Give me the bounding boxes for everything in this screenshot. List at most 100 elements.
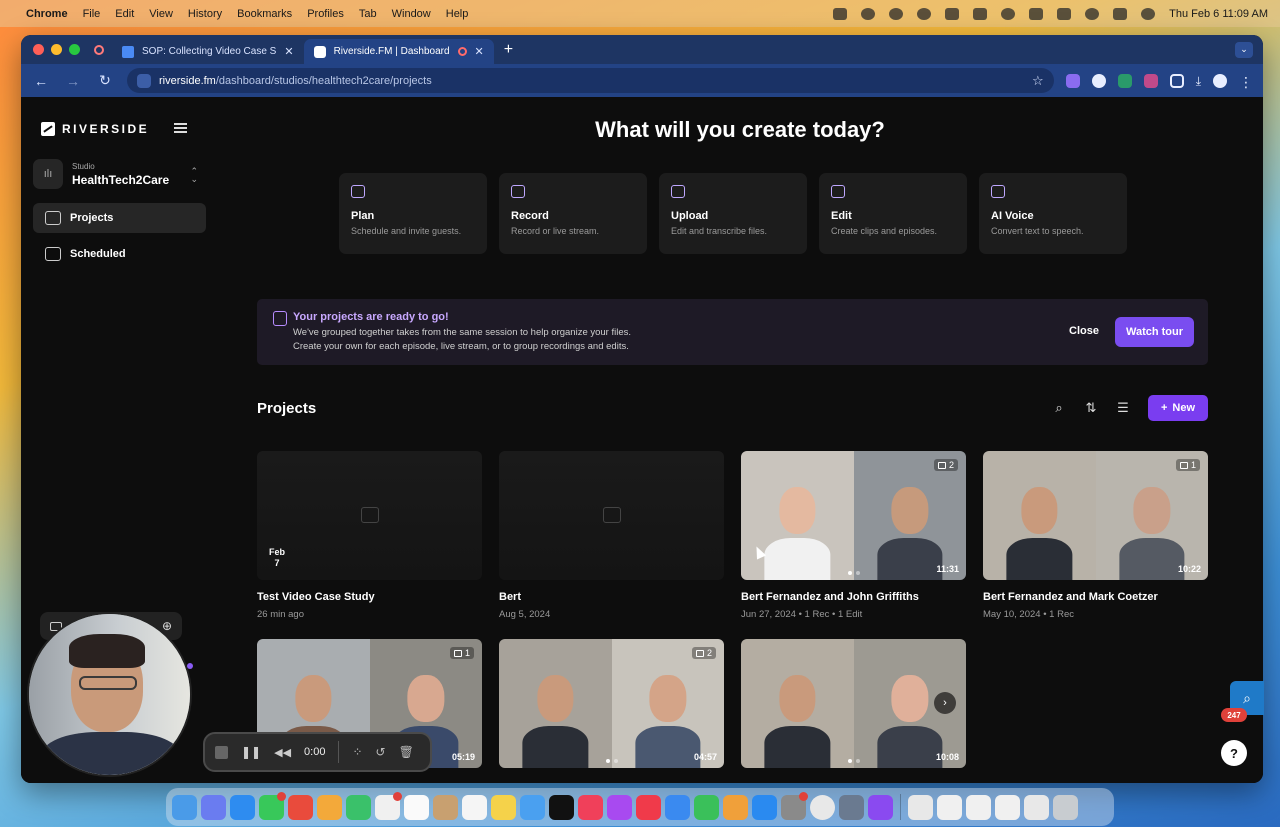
settings-icon[interactable] — [781, 791, 808, 820]
bookmark-star-icon[interactable]: ☆ — [1032, 73, 1044, 89]
studio-switcher[interactable]: ılı Studio HealthTech2Care ⌃ ⌄ — [33, 159, 206, 189]
menu-history[interactable]: History — [188, 8, 222, 20]
safari-icon[interactable] — [230, 794, 255, 820]
rewind-icon[interactable]: ◀◀ — [274, 746, 291, 759]
close-tab-icon[interactable]: ✕ — [475, 45, 484, 58]
microphone-icon[interactable] — [833, 7, 848, 20]
project-title[interactable]: Bert Fernandez and Mark Coetzer — [983, 591, 1209, 603]
project-thumbnail[interactable]: 2 11:31 — [741, 451, 966, 580]
extension-icon[interactable] — [1091, 73, 1106, 88]
project-thumbnail[interactable] — [499, 451, 724, 580]
photos-icon[interactable] — [317, 794, 342, 820]
extension-icon[interactable] — [1065, 73, 1080, 88]
preview-icon[interactable] — [839, 794, 864, 820]
menu-bookmarks[interactable]: Bookmarks — [237, 8, 292, 20]
self-camera-bubble[interactable] — [27, 612, 192, 777]
stop-icon[interactable] — [215, 745, 228, 759]
reminders-icon[interactable] — [462, 794, 487, 820]
trash-icon[interactable]: 🗑 — [399, 745, 414, 759]
maps-icon[interactable] — [288, 794, 313, 820]
list-view-icon[interactable]: ☰ — [1116, 400, 1130, 416]
project-card[interactable]: 2 11:31 Bert Fernandez and John Griffith… — [741, 451, 967, 620]
app-icon[interactable] — [868, 794, 893, 820]
download-icon[interactable]: ⤓ — [1196, 74, 1201, 88]
project-card[interactable]: Bert Aug 5, 2024 — [499, 451, 725, 620]
mail-icon[interactable] — [375, 791, 402, 820]
watch-tour-button[interactable]: Watch tour — [1115, 317, 1194, 347]
address-bar[interactable]: riverside.fm/dashboard/studios/healthtec… — [127, 68, 1054, 93]
project-title[interactable]: Bert — [499, 591, 725, 603]
undo-icon[interactable]: ↺ — [376, 745, 386, 759]
document-icon[interactable] — [908, 794, 933, 820]
action-plan[interactable]: Plan Schedule and invite guests. — [339, 173, 487, 254]
project-card[interactable]: 1 10:22 Bert Fernandez and Mark Coetzer … — [983, 451, 1209, 620]
news-icon[interactable] — [636, 794, 661, 820]
action-upload[interactable]: Upload Edit and transcribe files. — [659, 173, 807, 254]
launchpad-icon[interactable] — [201, 794, 226, 820]
new-project-button[interactable]: + New — [1148, 395, 1208, 421]
project-thumbnail[interactable]: 1 10:22 — [983, 451, 1208, 580]
project-title[interactable]: Bert Fernandez and John Griffiths — [741, 591, 967, 603]
tv-icon[interactable] — [549, 794, 574, 820]
menu-view[interactable]: View — [149, 8, 173, 20]
extension-icon[interactable] — [1117, 73, 1132, 88]
document-icon[interactable] — [1024, 794, 1049, 820]
tab-riverside-dashboard[interactable]: Riverside.FM | Dashboard ✕ — [303, 39, 494, 64]
puzzle-icon[interactable] — [1169, 73, 1184, 88]
project-thumbnail[interactable]: Feb 7 — [257, 451, 482, 580]
chrome-icon[interactable] — [810, 794, 835, 820]
menubar-clock[interactable]: Thu Feb 6 11:09 AM — [1169, 8, 1268, 20]
extension-icon[interactable] — [1143, 73, 1158, 88]
project-card[interactable]: Feb 7 Test Video Case Study 26 min ago — [257, 451, 483, 620]
facetime-icon[interactable] — [346, 794, 371, 820]
menu-window[interactable]: Window — [392, 8, 431, 20]
tab-search-button[interactable]: ⌄ — [1235, 41, 1253, 58]
document-icon[interactable] — [995, 794, 1020, 820]
notes-icon[interactable] — [491, 794, 516, 820]
wifi-icon[interactable] — [1057, 7, 1072, 20]
screen-icon[interactable] — [945, 7, 960, 20]
tab-sop-doc[interactable]: SOP: Collecting Video Case S ✕ — [112, 39, 304, 64]
keynote-icon[interactable] — [665, 794, 690, 820]
recording-tab-icon[interactable] — [94, 44, 104, 55]
more-menu-icon[interactable]: ⋮ — [1239, 74, 1253, 90]
menu-app-name[interactable]: Chrome — [26, 8, 68, 20]
project-card[interactable]: › 10:08 — [741, 639, 967, 768]
recording-icon[interactable] — [889, 7, 904, 20]
emoji-icon[interactable] — [917, 7, 932, 20]
control-center-icon[interactable] — [1113, 7, 1128, 20]
moon-icon[interactable] — [1001, 7, 1016, 20]
help-icon[interactable]: ? — [1221, 740, 1247, 766]
music-icon[interactable] — [578, 794, 603, 820]
siri-icon[interactable] — [1141, 7, 1156, 20]
banner-close-button[interactable]: Close — [1069, 325, 1099, 337]
freeform-icon[interactable] — [520, 794, 545, 820]
podcasts-icon[interactable] — [607, 794, 632, 820]
gamepad-icon[interactable] — [973, 7, 988, 20]
reload-button[interactable]: ↻ — [95, 72, 115, 89]
menu-tab[interactable]: Tab — [359, 8, 377, 20]
battery-icon[interactable] — [1029, 7, 1044, 20]
document-icon[interactable] — [937, 794, 962, 820]
action-edit[interactable]: Edit Create clips and episodes. — [819, 173, 967, 254]
project-title[interactable]: Test Video Case Study — [257, 591, 483, 603]
search-icon[interactable]: ⌕ — [1052, 400, 1066, 416]
forward-button[interactable]: → — [63, 73, 83, 89]
menu-file[interactable]: File — [83, 8, 101, 20]
messages-icon[interactable] — [259, 791, 286, 820]
grid-icon[interactable]: ⁘ — [352, 745, 362, 759]
hamburger-menu-icon[interactable] — [174, 123, 187, 133]
menu-profiles[interactable]: Profiles — [307, 8, 344, 20]
zoom-window-button[interactable] — [69, 44, 80, 55]
minimize-window-button[interactable] — [51, 44, 62, 55]
close-tab-icon[interactable]: ✕ — [284, 45, 293, 58]
site-info-icon[interactable] — [137, 73, 151, 88]
finder-icon[interactable] — [172, 794, 197, 820]
grammarly-icon[interactable] — [861, 7, 876, 20]
chevron-right-icon[interactable]: › — [934, 692, 956, 714]
menu-edit[interactable]: Edit — [115, 8, 134, 20]
action-ai-voice[interactable]: AI Voice Convert text to speech. — [979, 173, 1127, 254]
trash-icon[interactable] — [1053, 794, 1078, 820]
numbers-icon[interactable] — [694, 794, 719, 820]
pause-icon[interactable]: ❚❚ — [241, 745, 261, 759]
